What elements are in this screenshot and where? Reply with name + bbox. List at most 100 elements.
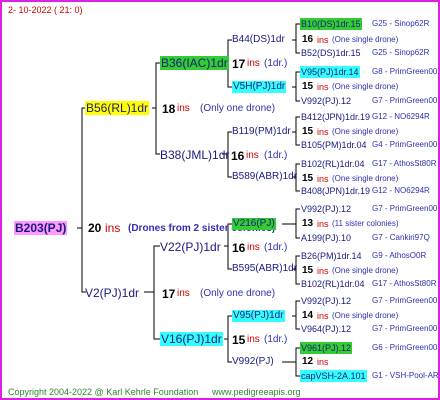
- gen5-extra: G12 - NO6294R: [372, 186, 430, 195]
- gen3-label-3: V16(PJ)1dr: [160, 332, 223, 346]
- gen5-ins-word: ins: [317, 82, 329, 92]
- gen3-ins-num-3: 15: [232, 333, 246, 347]
- gen5-ins-word: ins: [317, 311, 329, 321]
- gen5-ins-num: 15: [302, 265, 314, 276]
- gen5-label: V992(PJ).12: [301, 296, 352, 306]
- sire-ins-word: ins: [177, 103, 190, 114]
- gen5-extra: G4 - PrimGreen00: [372, 140, 438, 149]
- gen5-ins-num: 15: [302, 126, 314, 137]
- gen3-note-2: (1dr.): [264, 242, 288, 253]
- gen5-ins-word: ins: [317, 357, 329, 367]
- gen5-label: B412(JPN)1dr.19: [301, 112, 371, 122]
- gen5-label: V992(PJ).12: [301, 96, 352, 106]
- gen5-extra: G25 - Sinop62R: [372, 48, 430, 57]
- dam-note: (Only one drone): [200, 288, 276, 299]
- root-ins-word: ins: [105, 221, 121, 235]
- gen3-note-3: (1dr.): [264, 334, 288, 345]
- gen5-extra: G1 - VSH-Pool-AR: [372, 371, 439, 380]
- gen5-ins-num: 12: [302, 356, 314, 367]
- gen4-1-connector: [292, 71, 300, 102]
- gen5-label: B105(PM)1dr.04: [301, 140, 367, 150]
- gen5-extra: G6 - PrimGreen00: [372, 343, 438, 352]
- gen5-label: A199(PJ).10: [301, 233, 352, 243]
- gen5-extra: G8 - PrimGreen00: [372, 67, 438, 76]
- gen5-note: (One single drone): [332, 82, 399, 91]
- gen5-extra: G7 - PrimGreen00: [372, 96, 438, 105]
- gen5-label: B102(RL)1dr.04: [301, 279, 365, 289]
- gen5-label: B10(DS)1dr.15: [300, 18, 362, 30]
- gen5-label: B408(JPN)1dr.19: [301, 186, 371, 196]
- gen5-note: (One single drone): [332, 35, 399, 44]
- gen3-3-connector: [224, 315, 232, 363]
- gen5-extra: G9 - AthosO0R: [372, 251, 427, 260]
- gen3-note-0: (1dr.): [264, 58, 288, 69]
- pedigree-page: { "header": { "date": "2- 10-2022 ( 21: …: [0, 0, 440, 400]
- gen5-extra: G17 - AthosSt80R: [372, 279, 437, 288]
- gen5-note: (One single drone): [332, 266, 399, 275]
- dam-ins-num: 17: [162, 287, 176, 301]
- copyright: Copyright 2004-2022 @ Karl Kehrle Founda…: [8, 387, 199, 397]
- root-ins-num: 20: [88, 221, 102, 235]
- gen4-label-2: B119(PM)1dr: [232, 126, 291, 137]
- root-label: B203(PJ): [14, 221, 68, 235]
- gen3-note-1: (1dr.): [264, 150, 288, 161]
- gen5-label: V95(PJ)1dr.14: [300, 66, 360, 78]
- gen4-2-connector: [292, 116, 300, 146]
- gen5-label: V961(PJ).12: [300, 342, 353, 354]
- gen5-note: (One single drone): [332, 127, 399, 136]
- gen5-ins-word: ins: [317, 219, 329, 229]
- gen5-extra: G7 - PrimGreen00: [372, 296, 438, 305]
- gen5-ins-num: 15: [302, 81, 314, 92]
- gen3-label-2: V22(PJ)1dr: [160, 240, 221, 254]
- gen5-note: (One single drone): [332, 311, 399, 320]
- gen5-ins-word: ins: [317, 35, 329, 45]
- gen5-extra: G7 - Cankiri97Q: [372, 233, 430, 242]
- gen4-4-connector: [282, 208, 300, 239]
- gen5-ins-num: 13: [302, 218, 314, 229]
- gen5-extra: G25 - Sinop62R: [372, 19, 430, 28]
- date-stamp: 2- 10-2022 ( 21: 0): [8, 5, 83, 15]
- gen4-label-5: B595(ABR)1dr: [232, 263, 298, 274]
- gen5-label: V964(PJ).12: [301, 324, 352, 334]
- gen5-note: (11 sister colonies): [332, 219, 399, 228]
- gen5-extra: G17 - AthosSt80R: [372, 159, 437, 168]
- site-url: www.pedigreeapis.org: [212, 387, 301, 397]
- gen3-ins-num-2: 16: [232, 241, 246, 255]
- gen4-label-1: V5H(PJ)1dr: [232, 81, 287, 93]
- gen5-extra: G7 - PrimGreen00: [372, 204, 438, 213]
- gen5-ins-word: ins: [317, 266, 329, 276]
- gen3-label-0: B36(IAC)1dr: [160, 56, 229, 70]
- gen5-ins-word: ins: [317, 127, 329, 137]
- gen5-label: B26(PM)1dr.14: [301, 251, 362, 261]
- gen4-label-6: V95(PJ)1dr: [232, 310, 285, 322]
- gen5-extra: G12 - NO6294R: [372, 112, 430, 121]
- gen5-label: B102(RL)1dr.04: [301, 159, 365, 169]
- gen5-ins-num: 16: [302, 34, 314, 45]
- gen4-6-connector: [292, 300, 300, 330]
- gen3-label-1: B38(JML)1dr: [160, 148, 230, 162]
- sire-ins-num: 18: [162, 102, 176, 116]
- gen4-label-7: V992(PJ): [232, 356, 274, 367]
- sire-label: B56(RL)1dr: [85, 101, 150, 115]
- gen3-ins-num-0: 17: [232, 57, 246, 71]
- gen3-ins-word-2: ins: [247, 242, 260, 253]
- sire-note: (Only one drone): [200, 103, 276, 114]
- gen5-label: capVSH-2A.101: [300, 370, 367, 382]
- gen3-ins-word-3: ins: [247, 334, 260, 345]
- dam-ins-word: ins: [177, 288, 190, 299]
- dam-connector: [144, 245, 160, 340]
- gen5-ins-num: 14: [302, 310, 314, 321]
- gen3-ins-num-1: 16: [231, 149, 245, 163]
- gen5-ins-num: 15: [302, 173, 314, 184]
- gen4-7-connector: [282, 347, 300, 377]
- root-connector: [77, 107, 86, 293]
- gen4-label-3: B589(ABR)1dr: [232, 171, 298, 182]
- gen5-label: V992(PJ).12: [301, 204, 352, 214]
- gen3-ins-word-0: ins: [247, 58, 260, 69]
- gen4-label-0: B44(DS)1dr: [232, 34, 285, 45]
- gen5-note: (One single drone): [332, 174, 399, 183]
- gen5-extra: G7 - PrimGreen00: [372, 324, 438, 333]
- gen5-label: B52(DS)1dr.15: [301, 48, 361, 58]
- gen3-ins-word-1: ins: [246, 150, 259, 161]
- dam-label: V2(PJ)1dr: [85, 286, 140, 300]
